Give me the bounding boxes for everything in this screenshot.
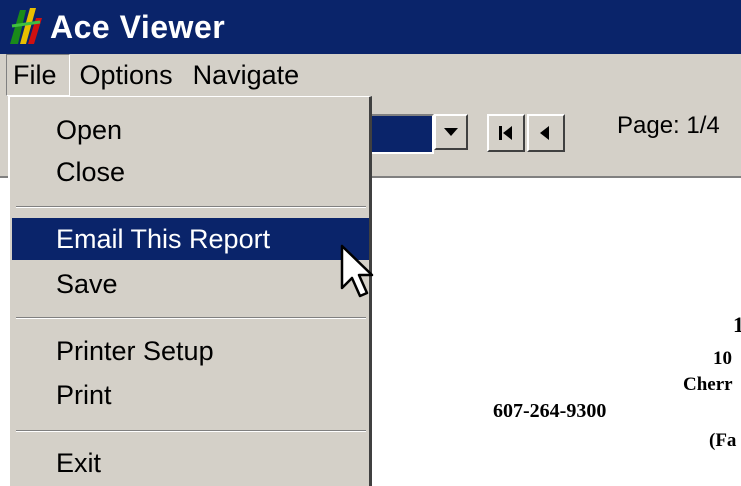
menu-item-printer-setup[interactable]: Printer Setup xyxy=(12,330,369,372)
file-menu-dropdown: Open Close Email This Report Save Printe… xyxy=(8,96,372,486)
menu-bar: File Options Navigate xyxy=(0,54,741,96)
triangle-down-icon xyxy=(444,128,458,136)
first-page-button[interactable] xyxy=(487,114,525,152)
menu-item-print[interactable]: Print xyxy=(12,374,369,416)
previous-page-icon xyxy=(540,126,549,140)
combo-dropdown-button[interactable] xyxy=(434,114,468,150)
first-page-icon xyxy=(499,126,512,140)
menu-item-email-report[interactable]: Email This Report xyxy=(12,218,369,260)
report-phone: 607-264-9300 xyxy=(493,400,607,422)
menu-separator xyxy=(16,317,366,319)
previous-page-button[interactable] xyxy=(527,114,565,152)
title-bar[interactable]: Ace Viewer xyxy=(0,0,741,54)
menu-separator xyxy=(16,430,366,432)
report-text-line: 1 xyxy=(733,312,741,337)
mouse-pointer-icon xyxy=(340,244,374,298)
report-text-line: Cherr xyxy=(683,374,733,395)
ace-app-icon xyxy=(6,4,44,50)
menu-navigate[interactable]: Navigate xyxy=(183,55,310,95)
menu-item-save[interactable]: Save xyxy=(12,263,369,305)
menu-separator xyxy=(16,206,366,208)
report-text-line: 10 xyxy=(713,348,732,369)
window-title: Ace Viewer xyxy=(50,8,226,45)
menu-file[interactable]: File xyxy=(6,54,70,96)
menu-item-open[interactable]: Open xyxy=(12,109,369,151)
menu-item-close[interactable]: Close xyxy=(12,151,369,193)
page-indicator: Page: 1/4 xyxy=(617,112,720,139)
menu-item-exit[interactable]: Exit xyxy=(12,442,369,484)
menu-options[interactable]: Options xyxy=(70,55,183,95)
report-text-line: (Fa xyxy=(709,430,737,451)
